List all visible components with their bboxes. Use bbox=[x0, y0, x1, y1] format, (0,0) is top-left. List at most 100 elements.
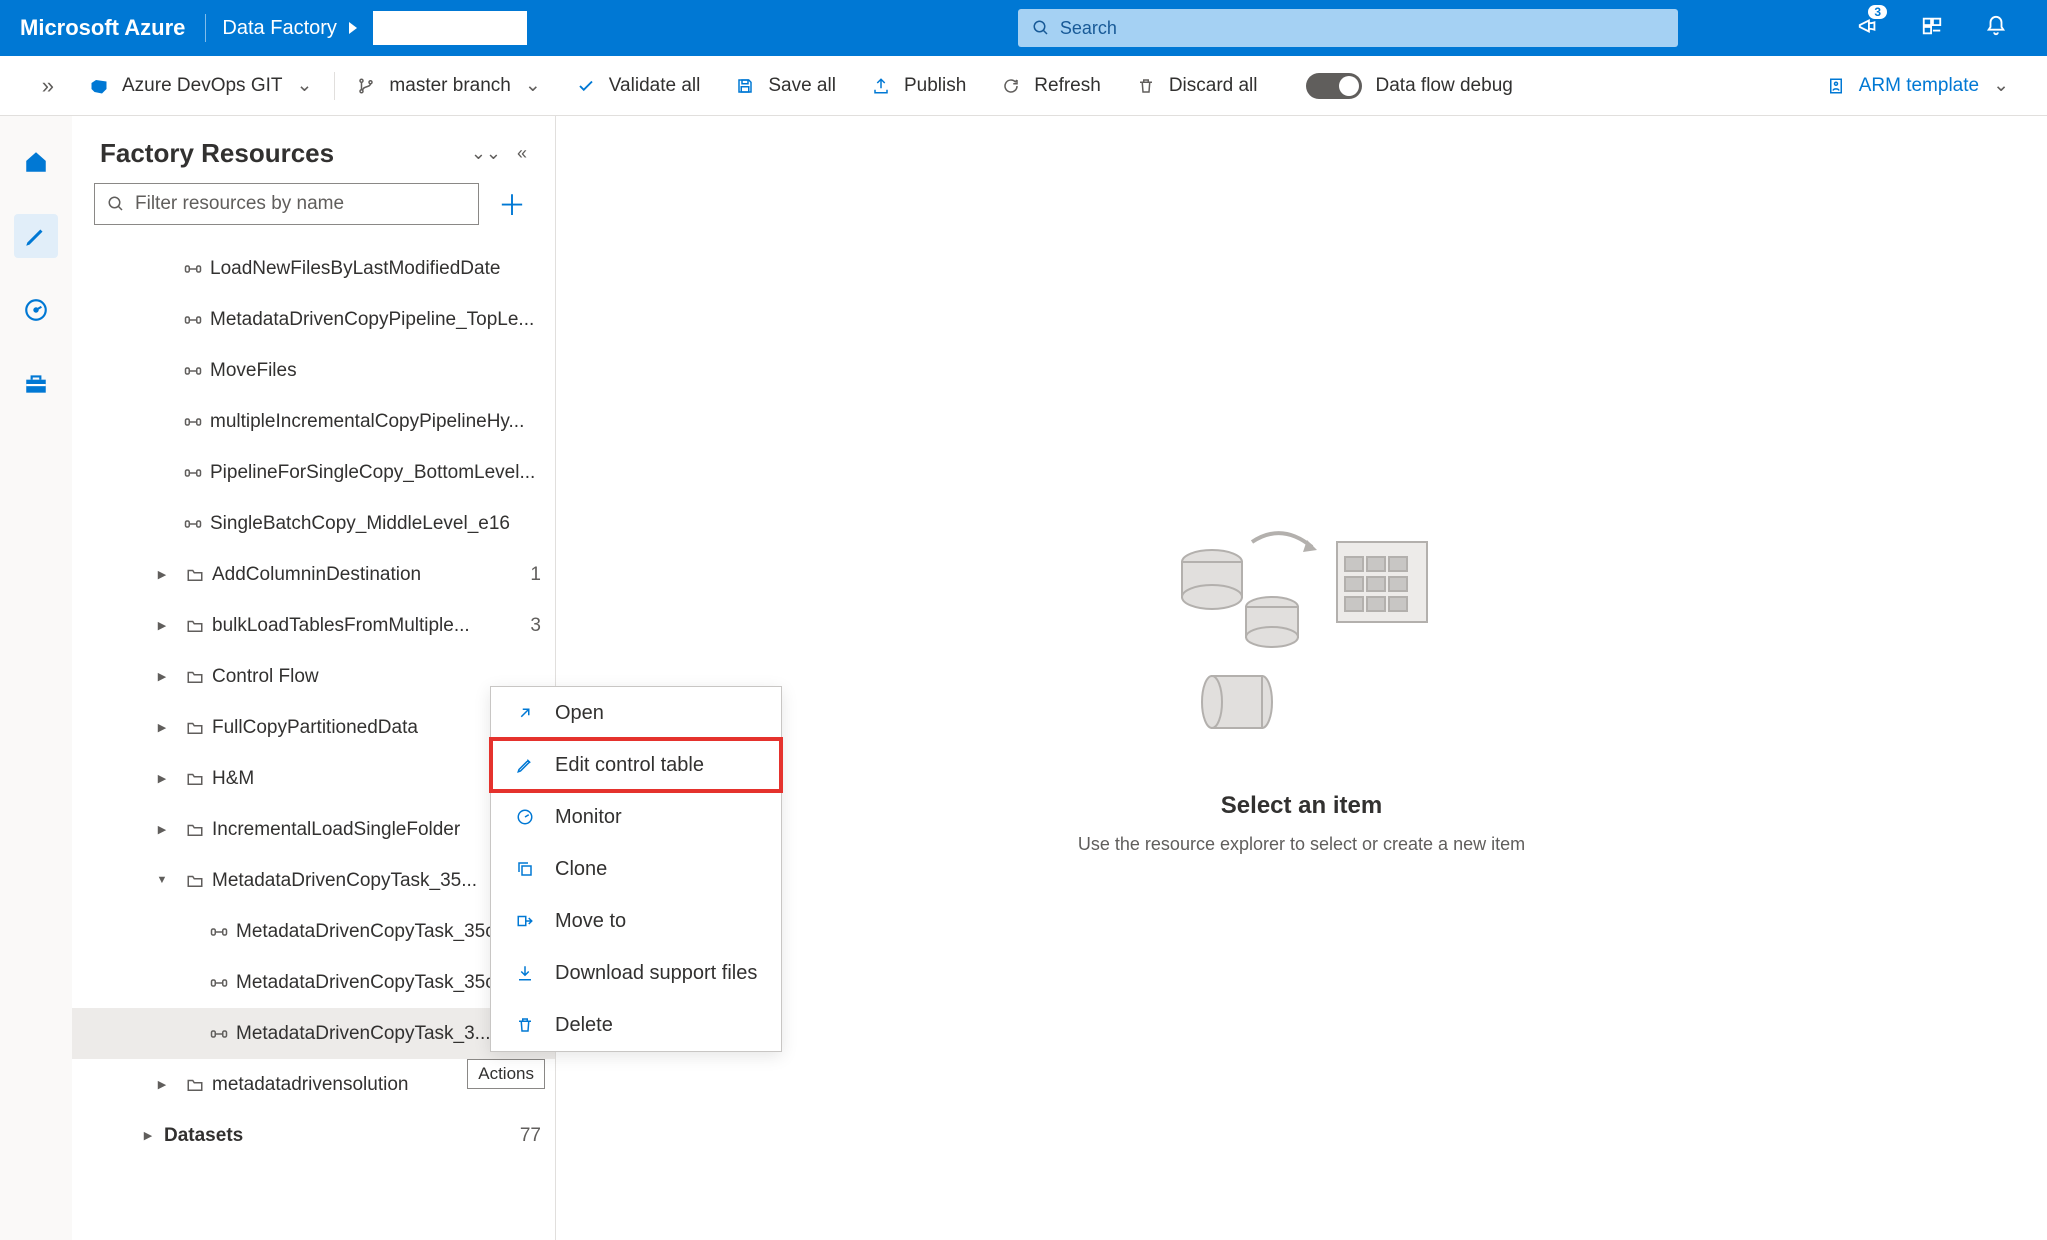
folder-row[interactable]: Control Flow bbox=[72, 651, 555, 702]
filter-input[interactable] bbox=[135, 193, 466, 215]
expand-icon[interactable] bbox=[146, 670, 178, 683]
folder-icon bbox=[178, 821, 212, 839]
datasets-count: 77 bbox=[507, 1125, 541, 1147]
rail-manage[interactable] bbox=[14, 362, 58, 406]
folder-icon bbox=[178, 770, 212, 788]
pipeline-icon bbox=[176, 311, 210, 329]
expand-icon[interactable] bbox=[146, 721, 178, 734]
folder-row[interactable]: IncrementalLoadSingleFolder bbox=[72, 804, 555, 855]
refresh-label: Refresh bbox=[1034, 75, 1101, 97]
menu-download-support-files[interactable]: Download support files bbox=[491, 947, 781, 999]
pipeline-label: multipleIncrementalCopyPipelineHy... bbox=[210, 411, 541, 433]
feedback-button[interactable]: 3 bbox=[1857, 15, 1879, 42]
refresh-button[interactable]: Refresh bbox=[984, 75, 1119, 97]
pipeline-item-selected[interactable]: MetadataDrivenCopyTask_3... ··· Actions bbox=[72, 1008, 555, 1059]
expand-rail-button[interactable]: » bbox=[0, 73, 72, 99]
pipeline-item[interactable]: MetadataDrivenCopyTask_35c bbox=[72, 906, 555, 957]
pipeline-label: PipelineForSingleCopy_BottomLevel... bbox=[210, 462, 541, 484]
pipeline-label: SingleBatchCopy_MiddleLevel_e16 bbox=[210, 513, 541, 535]
branch-selector[interactable]: master branch ⌄ bbox=[339, 74, 558, 97]
search-input[interactable] bbox=[1060, 18, 1664, 39]
pipeline-context-menu: Open Edit control table Monitor Clone Mo… bbox=[490, 686, 782, 1052]
menu-clone[interactable]: Clone bbox=[491, 843, 781, 895]
collapse-icon[interactable] bbox=[146, 875, 178, 887]
menu-edit-label: Edit control table bbox=[555, 754, 704, 777]
folder-icon bbox=[178, 872, 212, 890]
pipeline-icon bbox=[176, 260, 210, 278]
rail-monitor[interactable] bbox=[14, 288, 58, 332]
expand-icon[interactable] bbox=[146, 619, 178, 632]
git-repo-selector[interactable]: Azure DevOps GIT ⌄ bbox=[72, 74, 330, 97]
pipeline-item[interactable]: multipleIncrementalCopyPipelineHy... bbox=[72, 396, 555, 447]
folder-label: bulkLoadTablesFromMultiple... bbox=[212, 615, 507, 637]
service-breadcrumb[interactable]: Data Factory bbox=[206, 11, 542, 45]
menu-open[interactable]: Open bbox=[491, 687, 781, 739]
notifications-button[interactable] bbox=[1985, 15, 2007, 42]
trash-icon bbox=[1137, 77, 1155, 95]
filter-input-container[interactable] bbox=[94, 183, 479, 225]
discard-label: Discard all bbox=[1169, 75, 1258, 97]
feedback-icon-button[interactable] bbox=[1921, 15, 1943, 42]
save-all-button[interactable]: Save all bbox=[718, 75, 854, 97]
pipeline-icon bbox=[202, 923, 236, 941]
menu-clone-label: Clone bbox=[555, 858, 607, 881]
rail-home[interactable] bbox=[14, 140, 58, 184]
folder-row[interactable]: H&M bbox=[72, 753, 555, 804]
folder-count: 1 bbox=[507, 564, 541, 586]
pipeline-item[interactable]: MetadataDrivenCopyTask_35c bbox=[72, 957, 555, 1008]
brand-label: Microsoft Azure bbox=[0, 15, 205, 41]
data-flow-debug-toggle[interactable]: Data flow debug bbox=[1288, 73, 1531, 99]
empty-state-title: Select an item bbox=[1221, 792, 1382, 820]
toolbar-divider bbox=[334, 72, 335, 100]
global-search[interactable] bbox=[1018, 9, 1678, 47]
debug-label: Data flow debug bbox=[1376, 75, 1513, 97]
collapse-left-button[interactable]: « bbox=[517, 143, 527, 164]
folder-row[interactable]: bulkLoadTablesFromMultiple... 3 bbox=[72, 600, 555, 651]
menu-monitor[interactable]: Monitor bbox=[491, 791, 781, 843]
datasets-label: Datasets bbox=[164, 1125, 507, 1147]
empty-state-subtitle: Use the resource explorer to select or c… bbox=[1078, 834, 1525, 855]
pipeline-item[interactable]: MetadataDrivenCopyPipeline_TopLe... bbox=[72, 294, 555, 345]
expand-icon[interactable] bbox=[146, 1078, 178, 1091]
notification-badge: 3 bbox=[1868, 5, 1887, 19]
datasets-root[interactable]: Datasets 77 bbox=[72, 1110, 555, 1161]
expand-icon[interactable] bbox=[132, 1129, 164, 1142]
expand-icon[interactable] bbox=[146, 568, 178, 581]
menu-move-to[interactable]: Move to bbox=[491, 895, 781, 947]
folder-icon bbox=[178, 566, 212, 584]
folder-count: 3 bbox=[507, 615, 541, 637]
toggle-switch[interactable] bbox=[1306, 73, 1362, 99]
pipeline-label: MetadataDrivenCopyPipeline_TopLe... bbox=[210, 309, 541, 331]
validate-all-button[interactable]: Validate all bbox=[559, 75, 719, 97]
arm-icon bbox=[1827, 77, 1845, 95]
validate-label: Validate all bbox=[609, 75, 701, 97]
pipeline-item[interactable]: PipelineForSingleCopy_BottomLevel... bbox=[72, 447, 555, 498]
pipeline-item[interactable]: MoveFiles bbox=[72, 345, 555, 396]
chevron-down-icon: ⌄ bbox=[297, 74, 313, 97]
azure-devops-icon bbox=[90, 77, 108, 95]
expand-icon[interactable] bbox=[146, 772, 178, 785]
publish-button[interactable]: Publish bbox=[854, 75, 984, 97]
folder-label: AddColumninDestination bbox=[212, 564, 507, 586]
publish-icon bbox=[872, 77, 890, 95]
folder-icon bbox=[178, 719, 212, 737]
arm-template-button[interactable]: ARM template ⌄ bbox=[1809, 74, 2027, 97]
collapse-down-button[interactable]: ⌄⌄ bbox=[471, 143, 501, 164]
folder-row[interactable]: FullCopyPartitionedData bbox=[72, 702, 555, 753]
gauge-icon bbox=[23, 297, 49, 323]
expand-icon[interactable] bbox=[146, 823, 178, 836]
add-resource-button[interactable]: ＋ bbox=[491, 183, 533, 225]
pipeline-label: LoadNewFilesByLastModifiedDate bbox=[210, 258, 541, 280]
empty-canvas: Select an item Use the resource explorer… bbox=[556, 116, 2047, 1240]
pipeline-item[interactable]: SingleBatchCopy_MiddleLevel_e16 bbox=[72, 498, 555, 549]
pencil-icon bbox=[23, 223, 49, 249]
folder-row-open[interactable]: MetadataDrivenCopyTask_35... bbox=[72, 855, 555, 906]
folder-row[interactable]: AddColumninDestination 1 bbox=[72, 549, 555, 600]
pipeline-item[interactable]: LoadNewFilesByLastModifiedDate bbox=[72, 243, 555, 294]
panel-header: Factory Resources ⌄⌄ « bbox=[72, 116, 555, 183]
rail-author[interactable] bbox=[14, 214, 58, 258]
menu-edit-control-table[interactable]: Edit control table bbox=[491, 739, 781, 791]
menu-delete[interactable]: Delete bbox=[491, 999, 781, 1051]
discard-all-button[interactable]: Discard all bbox=[1119, 75, 1276, 97]
menu-open-label: Open bbox=[555, 702, 604, 725]
